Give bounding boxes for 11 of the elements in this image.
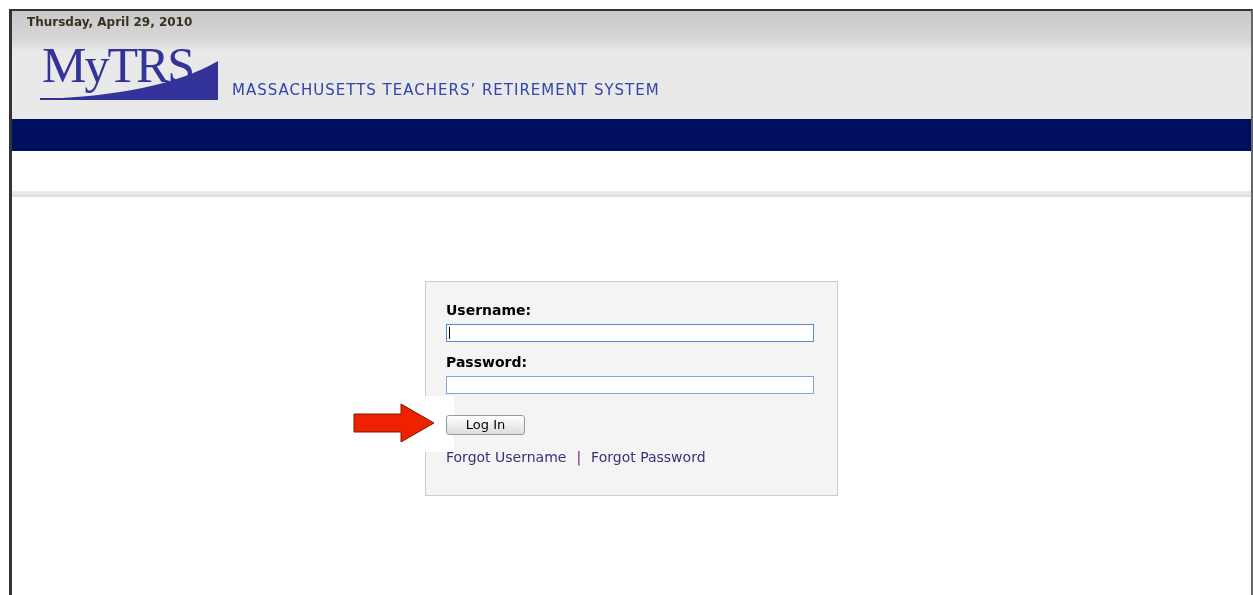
forgot-link[interactable]: Forgot Username (446, 448, 567, 465)
date-text: Thursday, April 29, 2010 (27, 15, 193, 29)
input-field[interactable] (446, 324, 814, 342)
organization-name: MASSACHUSETTS TEACHERS’ RETIREMENT SYSTEM (232, 81, 660, 99)
field-label: Username: (446, 302, 533, 318)
link-separator: | (576, 448, 582, 465)
field-label: Password: (446, 354, 529, 370)
forgot-link[interactable]: Forgot Password (591, 448, 706, 465)
login-button[interactable]: Log In (446, 414, 525, 435)
input-field[interactable] (446, 376, 814, 394)
arrow-icon (353, 403, 435, 443)
